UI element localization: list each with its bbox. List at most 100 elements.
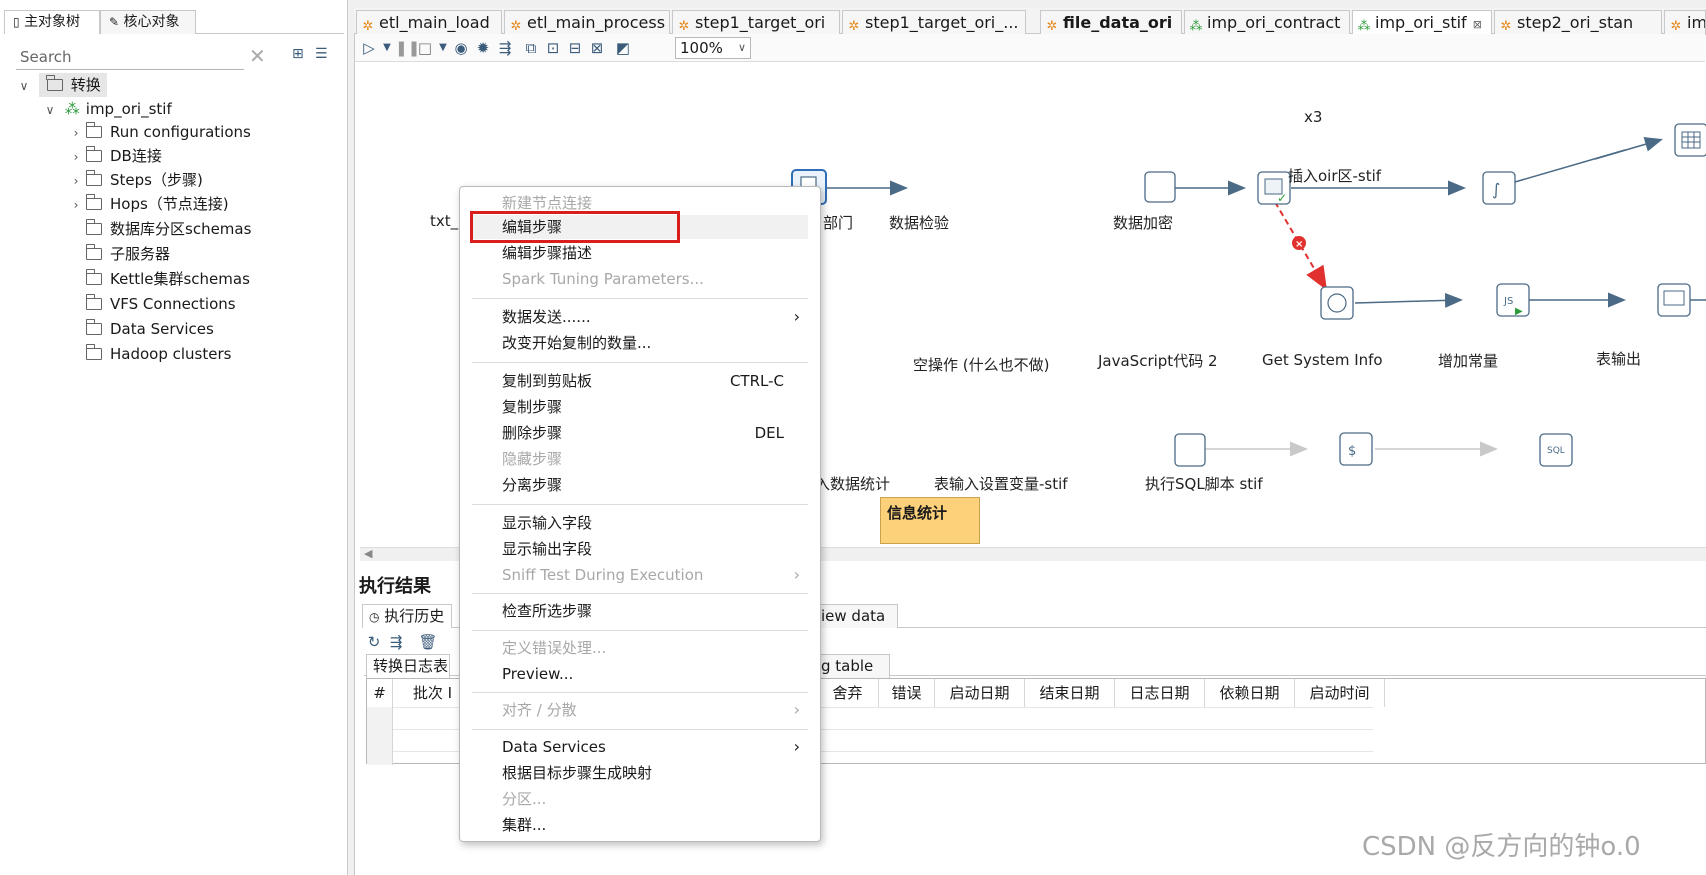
refresh-icon[interactable]: ↻: [364, 632, 384, 652]
menu-item-copy-to-clipboard[interactable]: 复制到剪贴板 CTRL-C: [472, 369, 808, 393]
debug-icon[interactable]: ✹: [473, 38, 493, 58]
highlight-annotation-box: [470, 211, 680, 243]
menu-item-data-movement[interactable]: 数据发送...... ›: [472, 305, 808, 329]
menu-item-generate-mapping[interactable]: 根据目标步骤生成映射: [472, 761, 808, 785]
chevron-down-icon[interactable]: ∨: [14, 74, 34, 98]
close-tab-icon[interactable]: ⊠: [1473, 18, 1482, 31]
step-node-data-check[interactable]: ✓: [1257, 171, 1291, 205]
preview-icon[interactable]: ◉: [451, 38, 471, 58]
delete-icon[interactable]: 🗑: [418, 632, 438, 652]
tab-transformation-log[interactable]: 转换日志表: [366, 654, 450, 678]
menu-item-show-input-fields[interactable]: 显示输入字段: [472, 511, 808, 535]
scroll-left-icon[interactable]: ◀: [364, 547, 372, 560]
verify-icon[interactable]: ⧉: [521, 38, 541, 58]
pause-icon[interactable]: ❚❚: [395, 38, 420, 58]
menu-item-show-output-fields[interactable]: 显示输出字段: [472, 537, 808, 561]
menu-item-check-selected-steps[interactable]: 检查所选步骤: [472, 599, 808, 623]
stop-options-dropdown-icon[interactable]: ▼: [433, 38, 453, 58]
replay-icon[interactable]: ⇶: [495, 38, 515, 58]
tree-item-data-services[interactable]: Data Services: [85, 317, 214, 341]
tab-etl-main-load[interactable]: ✲ etl_main_load: [356, 10, 502, 35]
tree-item-steps[interactable]: › Steps（步骤): [66, 168, 203, 192]
step-node-table-input-var[interactable]: $: [1339, 432, 1373, 466]
column-header[interactable]: 错误: [879, 679, 935, 707]
step-node-insert-oir[interactable]: [1674, 123, 1706, 157]
hop-line[interactable]: [1594, 137, 1663, 160]
tree-item-db-connections[interactable]: › DB连接: [66, 144, 162, 168]
column-header[interactable]: 舍弃: [817, 679, 879, 707]
tab-step1-target-ori-2[interactable]: ✲ step1_target_ori_...: [842, 10, 1026, 35]
clear-search-icon[interactable]: ✕: [249, 44, 266, 68]
search-input[interactable]: Search: [16, 44, 244, 70]
column-header[interactable]: 依赖日期: [1205, 679, 1295, 707]
tree-item-vfs-connections[interactable]: VFS Connections: [85, 292, 236, 316]
step-node-javascript[interactable]: JS ▶: [1496, 283, 1530, 317]
tree-item-partition-schemas[interactable]: 数据库分区schemas: [85, 217, 251, 241]
sticky-note[interactable]: 信息统计: [880, 497, 980, 544]
tab-step1-target-ori[interactable]: ✲ step1_target_ori: [672, 10, 840, 35]
column-header[interactable]: #: [367, 679, 393, 707]
chevron-right-icon[interactable]: ›: [66, 169, 86, 193]
menu-item-spark-tuning[interactable]: Spark Tuning Parameters...: [472, 267, 808, 291]
step-node-data-encrypt[interactable]: ∫: [1482, 171, 1516, 205]
menu-item-sniff-test[interactable]: Sniff Test During Execution ›: [472, 563, 808, 587]
menu-item-partitioning[interactable]: 分区...: [472, 787, 808, 811]
tree-node-transformations[interactable]: ∨ 转换: [14, 73, 107, 97]
menu-item-edit-step-description[interactable]: 编辑步骤描述: [472, 241, 808, 265]
step-node-exec-sql[interactable]: SQL: [1539, 433, 1573, 467]
menu-item-data-services[interactable]: Data Services ›: [472, 735, 808, 759]
step-node-dept[interactable]: [1144, 171, 1176, 203]
tab-logging-table[interactable]: g table: [814, 654, 890, 678]
chevron-right-icon[interactable]: ›: [66, 121, 86, 145]
tab-imp-ori-contract[interactable]: ⁂ imp_ori_contract: [1184, 10, 1350, 35]
menu-item-hide-step[interactable]: 隐藏步骤: [472, 447, 808, 471]
show-results-icon[interactable]: ◩: [613, 38, 633, 58]
zoom-select[interactable]: 100% ∨: [675, 37, 751, 59]
stop-icon[interactable]: □: [415, 38, 435, 58]
explore-db-icon[interactable]: ⊠: [587, 38, 607, 58]
sql-icon[interactable]: ⊟: [565, 38, 585, 58]
tab-etl-main-process[interactable]: ✲ etl_main_process: [504, 10, 670, 35]
step-node-dummy[interactable]: [1320, 286, 1354, 320]
chevron-right-icon[interactable]: ›: [66, 145, 86, 169]
impact-icon[interactable]: ⊡: [543, 38, 563, 58]
column-header[interactable]: 日志日期: [1115, 679, 1205, 707]
menu-item-clustering[interactable]: 集群...: [472, 813, 808, 837]
step-node-sysinfo[interactable]: [1657, 283, 1691, 317]
tab-step2-ori-stan[interactable]: ✲ step2_ori_stan: [1494, 10, 1662, 35]
run-icon[interactable]: ▷: [359, 38, 379, 58]
column-header[interactable]: 结束日期: [1025, 679, 1115, 707]
tree-item-slave-servers[interactable]: 子服务器: [85, 242, 170, 266]
menu-item-change-copies[interactable]: 改变开始复制的数量...: [472, 331, 808, 355]
column-header[interactable]: 启动日期: [935, 679, 1025, 707]
menu-item-align-distribute[interactable]: 对齐 / 分散 ›: [472, 698, 808, 722]
menu-item-preview[interactable]: Preview...: [472, 662, 808, 686]
tab-imp-ori-stif[interactable]: ⁂ imp_ori_stif ⊠: [1352, 10, 1492, 35]
tree-item-hops[interactable]: › Hops（节点连接): [66, 192, 229, 216]
hop-line[interactable]: [1354, 292, 1463, 308]
tree-item-hadoop-clusters[interactable]: Hadoop clusters: [85, 342, 231, 366]
menu-item-duplicate-step[interactable]: 复制步骤: [472, 395, 808, 419]
chevron-down-icon[interactable]: ∨: [40, 98, 60, 122]
tab-imp-more[interactable]: ✲imp: [1664, 10, 1706, 35]
run-options-dropdown-icon[interactable]: ▼: [377, 38, 397, 58]
menu-item-detach-step[interactable]: 分离步骤: [472, 473, 808, 497]
tab-preview-data[interactable]: iew data: [814, 604, 898, 628]
step-label-data-encrypt: 数据加密: [1113, 214, 1174, 232]
menu-item-delete-step[interactable]: 删除步骤 DEL: [472, 421, 808, 445]
step-node-stat[interactable]: [1174, 433, 1206, 467]
chevron-right-icon: ›: [793, 737, 800, 756]
expand-tree-icon[interactable]: ⊞: [292, 46, 304, 62]
tab-main-object-tree[interactable]: ▯ 主对象树: [4, 10, 100, 34]
menu-item-define-error-handling[interactable]: 定义错误处理...: [472, 636, 808, 660]
collapse-tree-icon[interactable]: ☰: [315, 46, 328, 62]
tab-file-data-ori[interactable]: ✲ file_data_ori: [1040, 10, 1182, 35]
replay-icon[interactable]: ⇶: [386, 632, 406, 652]
chevron-right-icon[interactable]: ›: [66, 193, 86, 217]
tree-item-kettle-cluster-schemas[interactable]: Kettle集群schemas: [85, 267, 250, 291]
tab-execution-history[interactable]: ◷ 执行历史: [362, 604, 452, 628]
tree-node-imp-ori-stif[interactable]: ∨ ⁂ imp_ori_stif: [40, 97, 172, 121]
column-header[interactable]: 启动时间: [1295, 679, 1385, 707]
tree-item-run-configurations[interactable]: › Run configurations: [66, 120, 251, 144]
tab-core-objects[interactable]: ✎ 核心对象: [100, 10, 196, 34]
